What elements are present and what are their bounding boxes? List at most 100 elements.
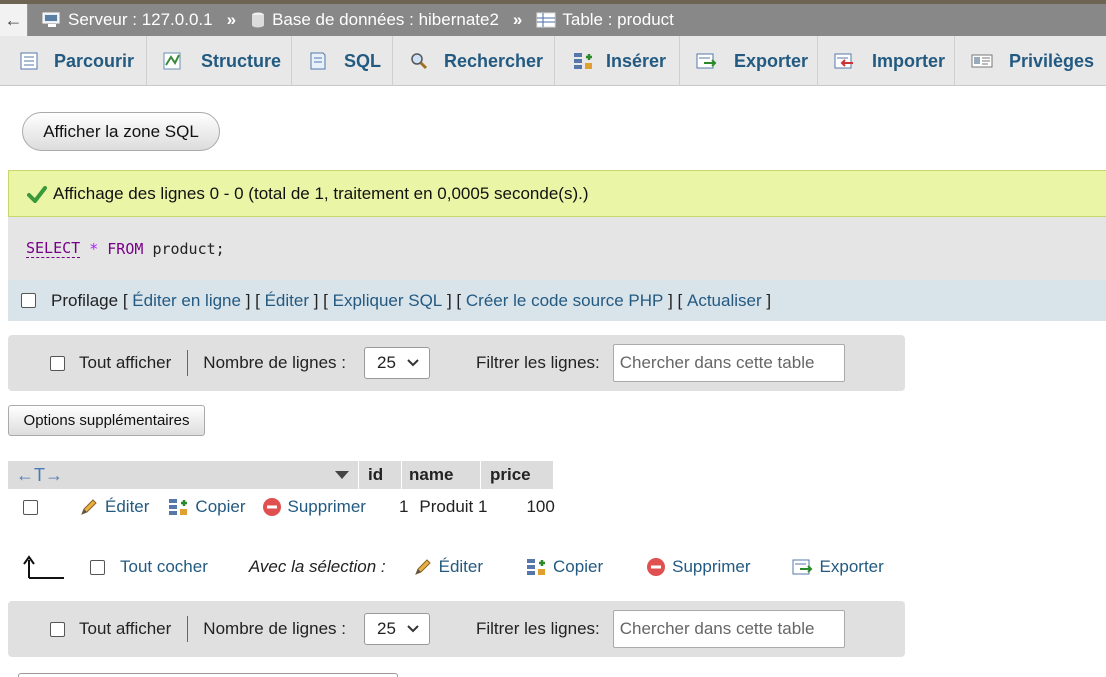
check-icon: [27, 185, 47, 203]
tab-label: Parcourir: [54, 50, 135, 71]
tab-export[interactable]: Exporter: [680, 36, 818, 86]
row-checkbox[interactable]: [23, 499, 38, 515]
tab-label: Exporter: [734, 50, 809, 71]
filter-rows-input[interactable]: [612, 610, 845, 648]
column-actions-header: ←T→: [8, 461, 359, 489]
refresh-link[interactable]: Actualiser: [687, 291, 762, 311]
tab-label: Importer: [872, 50, 946, 71]
rows-count-value: 25: [376, 619, 396, 638]
bulk-edit-label: Éditer: [438, 557, 484, 576]
rows-count-select[interactable]: 25: [363, 613, 430, 645]
column-header-id[interactable]: id: [359, 461, 402, 489]
sql-query-display: SELECT * FROM product;: [8, 217, 1106, 280]
bulk-delete-label: Supprimer: [672, 557, 751, 576]
tab-label: Rechercher: [444, 50, 544, 71]
tab-label: Structure: [201, 50, 282, 71]
navigation-bar-bottom: Tout afficher Nombre de lignes : 25 Filt…: [8, 601, 905, 657]
check-all-checkbox[interactable]: [90, 559, 105, 575]
breadcrumb-separator: »: [226, 10, 237, 29]
database-icon: [252, 12, 265, 28]
extra-options-button[interactable]: Options supplémentaires: [8, 405, 205, 436]
cell-id[interactable]: 1: [399, 497, 408, 517]
rows-count-label: Nombre de lignes :: [203, 353, 346, 372]
table-icon: [536, 12, 556, 28]
breadcrumb-server-label: Serveur : 127.0.0.1: [68, 10, 213, 29]
show-all-checkbox[interactable]: [50, 621, 65, 637]
select-arrow-icon: [23, 555, 64, 579]
tab-browse[interactable]: Parcourir: [0, 36, 147, 86]
cell-price[interactable]: 100: [526, 497, 554, 517]
tab-insert[interactable]: Insérer: [555, 36, 680, 86]
bulk-edit-button[interactable]: Éditer: [413, 557, 483, 577]
server-icon: [42, 12, 60, 27]
show-all-label: Tout afficher: [79, 619, 172, 638]
chevron-down-icon: [407, 625, 419, 633]
delete-icon: [647, 558, 666, 576]
sql-keyword-select[interactable]: SELECT: [26, 239, 81, 258]
show-all-checkbox[interactable]: [50, 355, 65, 371]
column-header-price[interactable]: price: [481, 461, 553, 489]
structure-icon: [163, 51, 185, 71]
back-button[interactable]: ←: [0, 4, 28, 36]
tab-bar: Parcourir Structure SQL Rechercher Insér…: [0, 36, 1106, 86]
filter-rows-input[interactable]: [612, 344, 845, 382]
bulk-copy-label: Copier: [553, 557, 604, 576]
navigation-bar-top: Tout afficher Nombre de lignes : 25 Filt…: [8, 335, 905, 391]
pencil-icon: [81, 499, 97, 515]
insert-icon: [572, 51, 594, 71]
import-icon: [834, 52, 856, 70]
delete-icon: [262, 498, 281, 516]
edit-link[interactable]: Éditer: [265, 291, 309, 311]
breadcrumb-separator: »: [512, 10, 523, 29]
show-all-label: Tout afficher: [79, 353, 172, 372]
edit-inline-link[interactable]: Éditer en ligne: [132, 291, 241, 311]
copy-icon: [527, 559, 546, 575]
sql-keyword-from: FROM: [107, 239, 144, 258]
tab-import[interactable]: Importer: [818, 36, 955, 86]
chevron-down-icon: [407, 359, 419, 367]
column-header-name[interactable]: name: [402, 461, 481, 489]
bulk-export-label: Exporter: [819, 557, 884, 576]
show-sql-zone-button[interactable]: Afficher la zone SQL: [22, 112, 220, 151]
browse-icon: [20, 52, 38, 70]
row-edit-button[interactable]: Éditer: [79, 497, 149, 517]
divider: [187, 350, 189, 376]
tab-privileges[interactable]: Privilèges: [955, 36, 1106, 86]
sort-dropdown-icon[interactable]: [334, 470, 350, 480]
pencil-icon: [414, 559, 431, 575]
breadcrumb-database[interactable]: Base de données : hibernate2: [250, 10, 499, 30]
sql-star: *: [89, 239, 99, 258]
success-message-text: Affichage des lignes 0 - 0 (total de 1, …: [53, 183, 589, 203]
copy-icon: [169, 499, 188, 515]
tab-structure[interactable]: Structure: [147, 36, 292, 86]
breadcrumb-table[interactable]: Table : product: [536, 10, 674, 30]
with-selection-label: Avec la sélection :: [248, 557, 386, 576]
profiling-checkbox[interactable]: [21, 293, 36, 308]
bulk-export-button[interactable]: Exporter: [792, 557, 884, 577]
breadcrumb-database-label: Base de données : hibernate2: [272, 10, 499, 29]
profiling-label: Profilage: [51, 290, 119, 310]
cell-name[interactable]: Produit 1: [419, 497, 487, 517]
breadcrumb: ← Serveur : 127.0.0.1 » Base de données …: [0, 4, 1106, 36]
arrows-icon[interactable]: ←T→: [16, 465, 63, 486]
bulk-copy-button[interactable]: Copier: [525, 557, 603, 577]
sql-table-name: product;: [152, 239, 225, 258]
row-copy-label: Copier: [195, 497, 246, 516]
row-edit-label: Éditer: [105, 497, 150, 516]
row-copy-button[interactable]: Copier: [167, 497, 246, 517]
divider: [187, 616, 189, 642]
query-results-operations-box: [18, 673, 398, 677]
tab-sql[interactable]: SQL: [292, 36, 393, 86]
bulk-delete-button[interactable]: Supprimer: [646, 557, 751, 577]
row-delete-label: Supprimer: [287, 497, 366, 516]
row-delete-button[interactable]: Supprimer: [262, 497, 366, 517]
breadcrumb-server[interactable]: Serveur : 127.0.0.1: [42, 10, 213, 30]
tab-search[interactable]: Rechercher: [393, 36, 555, 86]
success-message: Affichage des lignes 0 - 0 (total de 1, …: [8, 170, 1106, 217]
rows-count-select[interactable]: 25: [363, 347, 430, 379]
explain-sql-link[interactable]: Expliquer SQL: [333, 291, 443, 311]
check-all-link[interactable]: Tout cocher: [120, 557, 208, 577]
table-row: Éditer Copier Supprimer 1 Produit 1 100: [8, 491, 555, 523]
create-php-code-link[interactable]: Créer le code source PHP: [466, 291, 663, 311]
profiling-bar: Profilage [ Éditer en ligne ] [ Éditer ]…: [8, 280, 1106, 321]
